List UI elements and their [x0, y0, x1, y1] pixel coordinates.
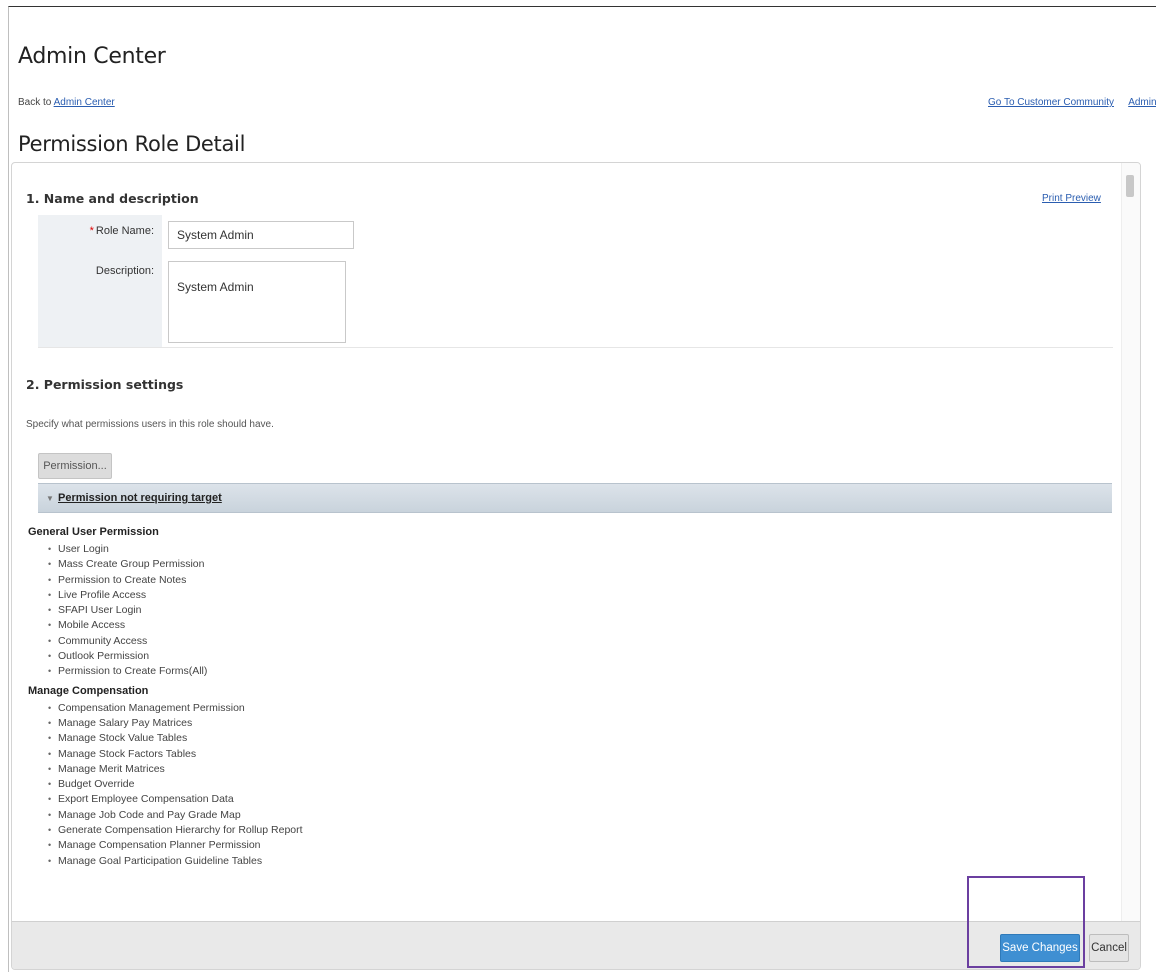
role-name-label: * Role Name:: [38, 215, 162, 255]
section-title-name-description: 1. Name and description: [26, 191, 199, 206]
role-detail-panel: 1. Name and description Print Preview * R…: [11, 162, 1141, 970]
back-prefix: Back to: [18, 97, 52, 108]
save-changes-button[interactable]: Save Changes: [1000, 934, 1080, 962]
description-textarea[interactable]: System Admin: [168, 261, 346, 343]
role-name-row: * Role Name:: [38, 215, 1113, 256]
permission-list: General User Permission User Login Mass …: [28, 523, 303, 869]
list-item: Live Profile Access: [48, 588, 303, 603]
list-item: Manage Merit Matrices: [48, 762, 303, 777]
list-item: Manage Goal Participation Guideline Tabl…: [48, 854, 303, 869]
list-item: SFAPI User Login: [48, 603, 303, 618]
list-item: Compensation Management Permission: [48, 701, 303, 716]
list-item: Permission to Create Forms(All): [48, 664, 303, 679]
list-item: Manage Stock Factors Tables: [48, 747, 303, 762]
required-marker: *: [89, 225, 94, 237]
action-footer: Save Changes Cancel: [12, 921, 1140, 969]
category-manage-compensation: Manage Compensation: [28, 684, 149, 697]
description-label: Description:: [38, 255, 162, 347]
list-item: User Login: [48, 542, 303, 557]
scrollbar-thumb[interactable]: [1126, 175, 1134, 197]
back-link-row: Back to Admin Center: [18, 97, 115, 108]
print-preview-link[interactable]: Print Preview: [1042, 193, 1101, 204]
cancel-button[interactable]: Cancel: [1089, 934, 1129, 962]
category-general-user-permission: General User Permission: [28, 526, 159, 538]
list-item: Manage Job Code and Pay Grade Map: [48, 808, 303, 823]
role-name-input[interactable]: [168, 221, 354, 249]
group-header-no-target[interactable]: ▼ Permission not requiring target: [38, 483, 1112, 513]
list-item: Mass Create Group Permission: [48, 557, 303, 572]
list-item: Manage Compensation Planner Permission: [48, 838, 303, 853]
group-header-label[interactable]: Permission not requiring target: [58, 492, 222, 504]
list-item: Budget Override: [48, 777, 303, 792]
scrollbar[interactable]: [1121, 163, 1140, 923]
page-title: Permission Role Detail: [18, 132, 246, 156]
list-item: Permission to Create Notes: [48, 573, 303, 588]
section-title-permission-settings: 2. Permission settings: [26, 377, 184, 392]
customer-community-link[interactable]: Go To Customer Community: [988, 97, 1114, 108]
list-item: Manage Salary Pay Matrices: [48, 716, 303, 731]
app-title: Admin Center: [18, 44, 166, 69]
collapse-arrow-icon[interactable]: ▼: [46, 494, 54, 503]
admin-resources-link[interactable]: Admin Re: [1128, 97, 1156, 108]
list-item: Generate Compensation Hierarchy for Roll…: [48, 823, 303, 838]
admin-center-link[interactable]: Admin Center: [54, 97, 115, 108]
general-user-permission-list: User Login Mass Create Group Permission …: [28, 542, 303, 680]
list-item: Mobile Access: [48, 618, 303, 633]
list-item: Outlook Permission: [48, 649, 303, 664]
description-row: Description: System Admin: [38, 255, 1113, 348]
list-item: Export Employee Compensation Data: [48, 792, 303, 807]
permission-button[interactable]: Permission...: [38, 453, 112, 479]
manage-compensation-list: Compensation Management Permission Manag…: [28, 701, 303, 869]
top-links: Go To Customer Community Admin Re: [988, 97, 1156, 108]
list-item: Manage Stock Value Tables: [48, 731, 303, 746]
list-item: Community Access: [48, 634, 303, 649]
permission-help-text: Specify what permissions users in this r…: [26, 419, 274, 430]
